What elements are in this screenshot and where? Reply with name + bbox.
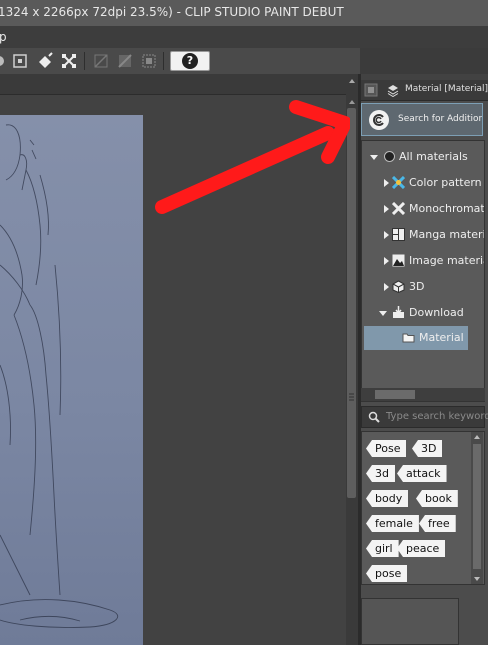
pencil-sketch-image — [0, 124, 119, 628]
sketch-canvas[interactable] — [0, 115, 143, 645]
tag-chip[interactable]: attack — [397, 465, 447, 482]
download-icon — [392, 306, 405, 319]
tree-item-label: Material — [419, 331, 464, 344]
menu-item-help[interactable]: p — [0, 30, 7, 44]
collapse-arrow-icon[interactable] — [384, 179, 389, 187]
tag-chip[interactable]: book — [416, 490, 458, 507]
select-all-icon[interactable] — [140, 52, 158, 70]
monochromatic-icon — [392, 202, 405, 215]
tree-item-image-material[interactable]: Image materia — [362, 249, 485, 273]
tree-item-all-materials[interactable]: All materials — [362, 145, 472, 169]
clip-studio-logo-icon — [368, 109, 390, 131]
scroll-up-arrow-icon[interactable] — [347, 76, 357, 86]
image-material-icon — [392, 254, 405, 267]
tree-item-download[interactable]: Download — [362, 301, 484, 325]
all-materials-icon — [383, 150, 396, 163]
collapse-arrow-icon[interactable] — [384, 205, 389, 213]
material-tab-icon[interactable] — [386, 83, 400, 97]
tag-chip[interactable]: body — [366, 490, 409, 507]
panel-toolbar-strip — [360, 48, 488, 74]
collapse-arrow-icon[interactable] — [384, 257, 389, 265]
collapse-arrow-icon[interactable] — [384, 231, 389, 239]
transform-icon[interactable] — [11, 52, 29, 70]
help-button[interactable]: ? — [170, 51, 210, 71]
collapse-arrow-icon[interactable] — [384, 283, 389, 291]
tag-search-placeholder: Type search keywords — [386, 411, 488, 422]
tag-chip[interactable]: pose — [366, 565, 408, 582]
help-icon: ? — [182, 53, 198, 69]
tree-item-color-pattern[interactable]: Color pattern — [362, 171, 484, 195]
tree-item-label: Download — [409, 306, 464, 319]
tag-chip[interactable]: peace — [397, 540, 446, 557]
3d-icon — [392, 280, 405, 293]
folder-icon — [402, 331, 415, 344]
panel-menu-icon[interactable] — [364, 83, 378, 97]
tree-item-label: Image materia — [409, 254, 485, 267]
tree-item-3d[interactable]: 3D — [362, 275, 484, 299]
material-detail-area — [461, 598, 488, 645]
tag-chip[interactable]: 3D — [412, 440, 443, 457]
toolbar-divider — [84, 52, 85, 70]
menu-bar: p — [0, 26, 488, 48]
tag-chip[interactable]: free — [419, 515, 456, 532]
toolbar-divider — [163, 52, 164, 70]
tags-vertical-scrollbar[interactable] — [471, 432, 483, 584]
tree-item-label: Monochromat — [409, 202, 485, 215]
search-additional-materials-button[interactable]: Search for Additional M — [361, 103, 483, 136]
material-preview-area — [361, 598, 459, 645]
tag-chip[interactable]: girl — [366, 540, 399, 557]
tree-item-manga-material[interactable]: Manga materi — [362, 223, 485, 247]
tag-chip[interactable]: 3d — [366, 465, 395, 482]
title-bar: 1324 x 2266px 72dpi 23.5%) - CLIP STUDIO… — [0, 0, 488, 26]
tag-chip[interactable]: Pose — [366, 440, 407, 457]
tree-item-label: Manga materi — [409, 228, 485, 241]
selection-transform-icon[interactable] — [60, 52, 78, 70]
material-panel-title[interactable]: Material [Material] — [405, 84, 488, 94]
settings-icon[interactable] — [0, 52, 8, 70]
canvas-header-strip — [0, 74, 346, 95]
tree-item-monochromatic[interactable]: Monochromat — [362, 197, 485, 221]
window-title: 1324 x 2266px 72dpi 23.5%) - CLIP STUDIO… — [0, 5, 344, 19]
manga-material-icon — [392, 228, 405, 241]
tag-chip[interactable]: female — [366, 515, 419, 532]
material-tree: All materials Color pattern Monochromat … — [361, 140, 485, 402]
color-pattern-icon — [392, 176, 405, 189]
tree-scroll-thumb[interactable] — [375, 390, 415, 399]
tree-item-label: 3D — [409, 280, 425, 293]
search-additional-label: Search for Additional M — [398, 114, 482, 124]
fill-bucket-icon[interactable] — [36, 52, 54, 70]
tree-item-label: Color pattern — [409, 176, 482, 189]
expand-arrow-icon[interactable] — [370, 155, 378, 160]
invert-selection-icon[interactable] — [116, 52, 134, 70]
tag-list: Pose 3D 3d attack body book female free … — [361, 431, 485, 585]
tree-item-material-selected[interactable]: Material — [364, 326, 468, 350]
search-icon — [368, 411, 380, 423]
red-arrow-annotation — [150, 95, 350, 220]
material-panel-header: Material [Material] — [361, 80, 488, 101]
tag-search-field[interactable]: Type search keywords — [361, 406, 488, 428]
command-bar: ? — [0, 48, 360, 74]
expand-arrow-icon[interactable] — [379, 311, 387, 316]
tree-item-label: All materials — [399, 150, 468, 163]
crop-icon[interactable] — [92, 52, 110, 70]
